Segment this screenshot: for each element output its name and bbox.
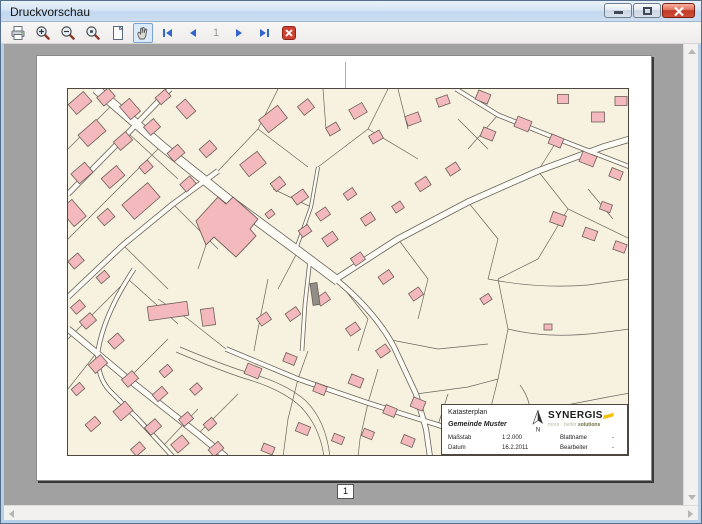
horizontal-scrollbar[interactable]: [4, 505, 698, 520]
window-controls: [604, 3, 695, 18]
zoom-in-button[interactable]: [33, 23, 53, 43]
scroll-down-icon[interactable]: [688, 495, 696, 500]
close-preview-icon: [281, 25, 297, 41]
next-page-button[interactable]: [229, 23, 249, 43]
zoom-out-button[interactable]: [58, 23, 78, 43]
minimize-icon: [614, 11, 623, 14]
scale-label: Maßstab: [448, 435, 471, 441]
preview-page: Katasterplan Gemeinde Muster Maßstab 1:2…: [36, 55, 652, 481]
zoom-in-icon: [35, 25, 51, 41]
logo-text: SYNERGIS: [548, 410, 603, 421]
window-title: Druckvorschau: [10, 5, 90, 19]
pan-button[interactable]: [133, 23, 153, 43]
scroll-up-icon[interactable]: [688, 49, 696, 54]
fit-page-icon: [110, 25, 126, 41]
tagline-bold: solutions: [578, 422, 600, 428]
previous-page-icon: [185, 25, 201, 41]
map-frame: Katasterplan Gemeinde Muster Maßstab 1:2…: [67, 88, 629, 456]
last-page-button[interactable]: [254, 23, 274, 43]
current-page-number: 1: [208, 27, 224, 39]
vertical-scrollbar[interactable]: [683, 44, 698, 505]
logo-swoosh-icon: [603, 413, 614, 420]
titlebar[interactable]: Druckvorschau: [1, 1, 701, 22]
print-button[interactable]: [8, 23, 28, 43]
map-svg: [68, 89, 629, 456]
scale-value: 1:2.000: [502, 435, 522, 441]
toolbar: 1: [1, 22, 701, 44]
first-page-button[interactable]: [158, 23, 178, 43]
fold-mark: [345, 62, 346, 88]
close-icon: [673, 6, 685, 17]
close-preview-button[interactable]: [279, 23, 299, 43]
scroll-right-icon[interactable]: [688, 510, 693, 518]
page-tab[interactable]: 1: [337, 484, 354, 499]
north-label: N: [536, 428, 540, 434]
fit-page-button[interactable]: [108, 23, 128, 43]
sheet-value: -: [612, 435, 614, 441]
map-legend: Katasterplan Gemeinde Muster Maßstab 1:2…: [441, 404, 628, 455]
tagline-light: more · better: [548, 422, 578, 428]
maximize-icon: [643, 7, 652, 15]
zoom-original-icon: [85, 25, 101, 41]
last-page-icon: [256, 25, 272, 41]
zoom-original-button[interactable]: [83, 23, 103, 43]
printer-icon: [10, 25, 26, 41]
maximize-button[interactable]: [633, 3, 661, 18]
logo-tagline: more · better solutions: [548, 422, 620, 428]
preview-canvas[interactable]: Katasterplan Gemeinde Muster Maßstab 1:2…: [4, 44, 683, 505]
date-label: Datum: [448, 445, 466, 451]
scroll-left-icon[interactable]: [9, 510, 14, 518]
next-page-icon: [231, 25, 247, 41]
editor-label: Bearbeiter: [560, 445, 588, 451]
legend-title: Katasterplan: [448, 409, 487, 416]
print-preview-window: Druckvorschau: [0, 0, 702, 524]
synergis-logo: SYNERGIS more · better solutions: [548, 410, 620, 428]
date-value: 16.2.2011: [502, 445, 528, 451]
first-page-icon: [160, 25, 176, 41]
editor-value: -: [612, 445, 614, 451]
sheet-label: Blattname: [560, 435, 587, 441]
pan-hand-icon: [135, 25, 151, 41]
previous-page-button[interactable]: [183, 23, 203, 43]
zoom-out-icon: [60, 25, 76, 41]
north-arrow-icon: N: [531, 409, 545, 433]
minimize-button[interactable]: [604, 3, 632, 18]
close-button[interactable]: [662, 3, 695, 18]
legend-municipality: Gemeinde Muster: [448, 421, 507, 428]
